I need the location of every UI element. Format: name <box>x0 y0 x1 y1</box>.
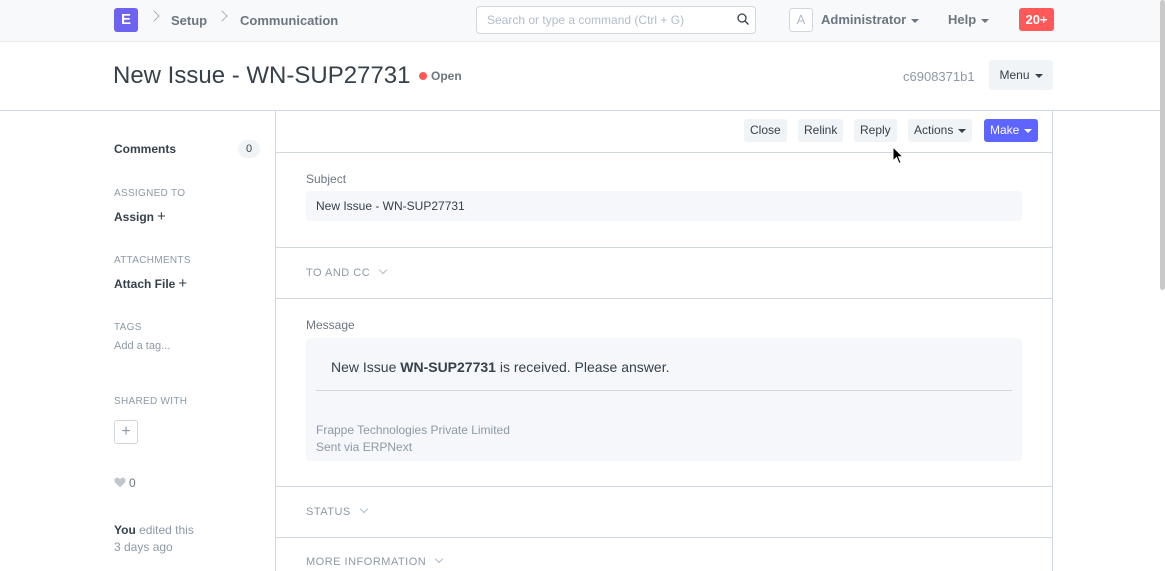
likes-count: 0 <box>129 476 136 490</box>
status-section-toggle[interactable]: STATUS <box>306 504 369 518</box>
attach-file-button[interactable]: Attach File + <box>114 275 187 292</box>
menu-button-label: Menu <box>999 68 1030 82</box>
message-footer-company: Frappe Technologies Private Limited <box>316 423 510 437</box>
make-button[interactable]: Make <box>984 119 1039 142</box>
edit-actor: You <box>114 523 136 537</box>
status-indicator-icon <box>419 72 427 80</box>
app-logo[interactable]: E <box>114 8 138 32</box>
breadcrumb-setup[interactable]: Setup <box>171 13 207 28</box>
form-toolbar: Close Relink Reply Actions Make <box>276 111 1052 153</box>
status-section-label: STATUS <box>306 506 351 518</box>
add-share-button[interactable]: + <box>114 420 138 444</box>
timeline-entry: You edited this 3 days ago <box>114 522 194 556</box>
search-icon[interactable] <box>737 13 749 25</box>
caret-down-icon <box>981 18 990 23</box>
comments-link[interactable]: Comments <box>114 142 176 156</box>
subject-field[interactable]: New Issue - WN-SUP27731 <box>306 191 1022 221</box>
relink-button[interactable]: Relink <box>798 119 844 142</box>
user-menu-label: Administrator <box>821 12 907 27</box>
message-label: Message <box>306 318 355 332</box>
add-tag-link[interactable]: Add a tag... <box>114 340 170 352</box>
navbar: E Setup Communication A Administrator He… <box>0 0 1165 42</box>
edit-action: edited this <box>139 523 194 537</box>
user-avatar[interactable]: A <box>789 8 813 32</box>
caret-down-icon <box>958 128 967 133</box>
page-scrollbar[interactable] <box>1160 0 1165 290</box>
message-text-post: is received. Please answer. <box>495 359 670 375</box>
assigned-to-label: ASSIGNED TO <box>114 188 186 199</box>
search-input[interactable] <box>476 6 756 34</box>
menu-button[interactable]: Menu <box>989 60 1053 90</box>
more-info-section-toggle[interactable]: MORE INFORMATION <box>306 554 444 568</box>
section-divider <box>276 537 1052 538</box>
form-layout: Close Relink Reply Actions Make Subject … <box>275 111 1053 571</box>
page-header: New Issue - WN-SUP27731 Open c6908371b1 … <box>0 42 1165 111</box>
user-menu[interactable]: Administrator <box>821 12 920 27</box>
subject-label: Subject <box>306 172 347 186</box>
section-divider <box>276 486 1052 487</box>
assign-button[interactable]: Assign + <box>114 208 166 225</box>
more-info-section-label: MORE INFORMATION <box>306 556 427 568</box>
assign-label: Assign <box>114 210 155 224</box>
actions-button[interactable]: Actions <box>908 119 973 142</box>
caret-down-icon <box>1024 128 1033 133</box>
mouse-cursor-icon <box>892 146 904 165</box>
breadcrumb-communication[interactable]: Communication <box>240 13 338 28</box>
chevron-down-icon <box>434 554 444 564</box>
caret-down-icon <box>1034 73 1043 78</box>
breadcrumb-chevron-icon <box>216 10 228 22</box>
message-divider <box>316 390 1012 391</box>
section-divider <box>276 247 1052 248</box>
to-cc-section-toggle[interactable]: TO AND CC <box>306 265 388 279</box>
shared-with-label: SHARED WITH <box>114 396 188 407</box>
breadcrumb-chevron-icon <box>148 10 160 22</box>
make-label: Make <box>990 123 1020 137</box>
actions-label: Actions <box>914 123 954 137</box>
edit-time: 3 days ago <box>114 540 173 554</box>
message-text-pre: New Issue <box>331 359 401 375</box>
caret-down-icon <box>911 18 920 23</box>
message-footer-sent-via: Sent via ERPNext <box>316 440 413 454</box>
help-menu[interactable]: Help <box>948 12 990 27</box>
heart-icon[interactable] <box>114 477 126 488</box>
tags-label: TAGS <box>114 322 142 333</box>
page-title: New Issue - WN-SUP27731 <box>113 62 411 89</box>
status-badge: Open <box>431 69 462 83</box>
chevron-down-icon <box>378 265 388 275</box>
reply-button[interactable]: Reply <box>854 119 897 142</box>
comments-count-badge: 0 <box>238 140 260 158</box>
section-divider <box>276 298 1052 299</box>
document-name: c6908371b1 <box>903 69 975 84</box>
to-cc-section-label: TO AND CC <box>306 267 371 279</box>
message-issue-id: WN-SUP27731 <box>400 359 496 375</box>
close-button[interactable]: Close <box>744 119 787 142</box>
plus-icon: + <box>178 275 188 292</box>
attachments-label: ATTACHMENTS <box>114 255 191 266</box>
notifications-badge[interactable]: 20+ <box>1019 8 1054 31</box>
plus-icon: + <box>157 208 166 225</box>
message-field[interactable]: New Issue WN-SUP27731 is received. Pleas… <box>306 338 1022 461</box>
attach-file-label: Attach File <box>114 277 176 291</box>
help-menu-label: Help <box>948 12 977 27</box>
chevron-down-icon <box>359 504 369 514</box>
message-body: New Issue WN-SUP27731 is received. Pleas… <box>331 359 669 375</box>
